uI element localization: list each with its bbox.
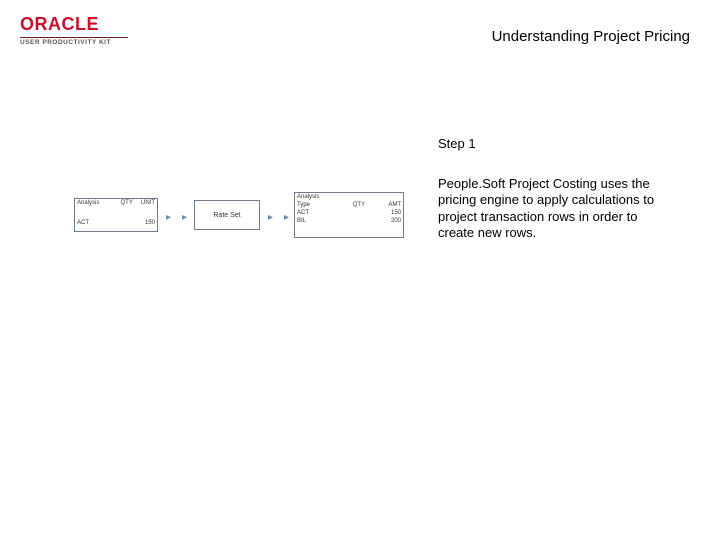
brand-logo: ORACLE USER PRODUCTIVITY KIT [20, 14, 128, 46]
diagram-box-rateset: Rate Set [194, 200, 260, 230]
box-a-cell-2 [113, 222, 135, 224]
box-c-r2c1: ACT [295, 209, 331, 217]
diagram-box-output: Analysis Type QTY AMT ACT 150 BIL 200 [294, 192, 404, 238]
box-a-header-2: QTY [113, 199, 135, 215]
box-c-h1: Analysis [295, 193, 331, 201]
brand-name: ORACLE [20, 14, 128, 35]
box-c-r1c1: Type [295, 201, 331, 209]
page-title: Understanding Project Pricing [492, 28, 690, 45]
box-a-header-1: Analysis [75, 199, 113, 215]
box-a-cell-3: 150 [135, 219, 157, 228]
brand-subline: USER PRODUCTIVITY KIT [20, 39, 128, 46]
arrow-icon: ▸ [182, 212, 187, 223]
diagram-box-input: Analysis QTY UNIT ACT 150 [74, 198, 158, 232]
step-description: People.Soft Project Costing uses the pri… [438, 176, 668, 241]
box-c-r2c3: 150 [367, 209, 403, 217]
arrow-icon: ▸ [284, 212, 289, 223]
arrow-icon: ▸ [166, 212, 171, 223]
box-c-r3c3: 200 [367, 217, 403, 225]
box-a-cell-1: ACT [75, 219, 113, 228]
box-c-r3c2 [331, 217, 367, 225]
box-c-r1c3: AMT [367, 201, 403, 209]
box-c-r2c2 [331, 209, 367, 217]
pricing-diagram: Analysis QTY UNIT ACT 150 ▸ ▸ Rate Set ▸… [74, 192, 414, 238]
rate-set-label: Rate Set [213, 212, 240, 219]
brand-divider [20, 37, 128, 38]
arrow-icon: ▸ [268, 212, 273, 223]
step-label: Step 1 [438, 136, 476, 151]
box-c-h3 [367, 193, 403, 201]
box-c-r1c2: QTY [331, 201, 367, 209]
box-c-h2 [331, 193, 367, 201]
box-a-header-3: UNIT [135, 199, 157, 215]
box-c-r3c1: BIL [295, 217, 331, 225]
